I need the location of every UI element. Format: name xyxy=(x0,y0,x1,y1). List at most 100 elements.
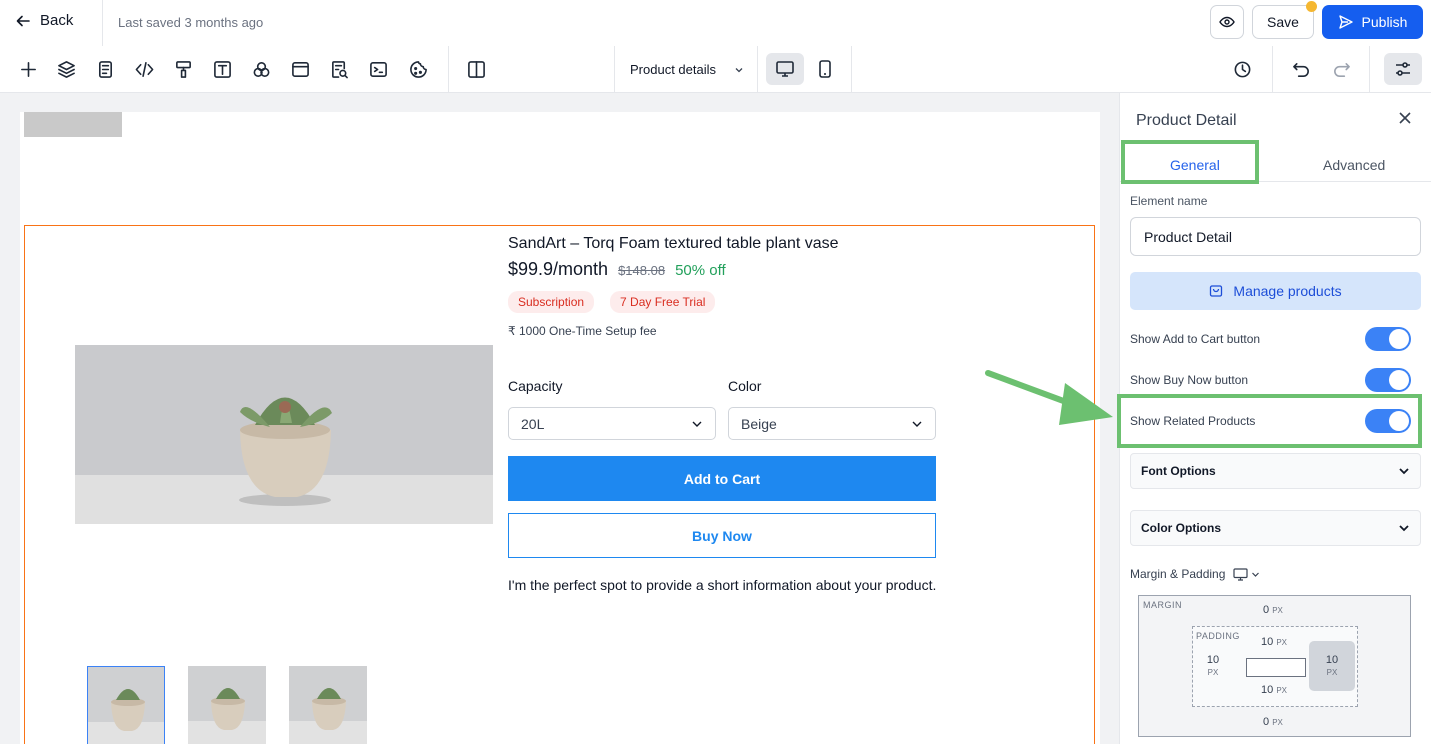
add-to-cart-toggle[interactable] xyxy=(1365,327,1411,351)
margin-padding-label: Margin & Padding xyxy=(1130,567,1226,581)
color-select[interactable]: Beige xyxy=(728,407,936,440)
divider xyxy=(757,46,758,92)
padding-box: PADDING 10 PX 10 PX 10 PX 10 PX xyxy=(1192,626,1358,707)
badge-group: Subscription 7 Day Free Trial xyxy=(508,291,716,313)
cookie-icon[interactable] xyxy=(407,58,429,80)
device-dropdown[interactable] xyxy=(1233,567,1260,581)
margin-bottom-value[interactable]: 0 PX xyxy=(1263,716,1283,728)
placeholder-block[interactable] xyxy=(24,112,122,137)
save-button[interactable]: Save xyxy=(1252,5,1314,39)
tab-general[interactable]: General xyxy=(1170,157,1220,173)
page-selector[interactable]: Product details xyxy=(630,62,744,77)
divider xyxy=(448,46,449,92)
close-icon[interactable] xyxy=(1397,110,1413,126)
font-options-accordion[interactable]: Font Options xyxy=(1130,453,1421,489)
settings-panel: Product Detail General Advanced Element … xyxy=(1119,93,1431,744)
color-options-accordion[interactable]: Color Options xyxy=(1130,510,1421,546)
margin-padding-header: Margin & Padding xyxy=(1130,567,1260,581)
free-trial-badge: 7 Day Free Trial xyxy=(610,291,716,313)
toolbar: Product details xyxy=(0,46,1431,93)
publish-label: Publish xyxy=(1361,14,1408,30)
margin-top-value[interactable]: 0 PX xyxy=(1263,604,1283,616)
padding-left-value[interactable]: 10 PX xyxy=(1199,654,1227,678)
content-box xyxy=(1246,658,1306,677)
product-thumbnail[interactable] xyxy=(188,666,266,744)
publish-button[interactable]: Publish xyxy=(1322,5,1423,39)
product-old-price: $148.08 xyxy=(618,263,666,278)
manage-products-button[interactable]: Manage products xyxy=(1130,272,1421,310)
history-icon[interactable] xyxy=(1231,58,1253,80)
redo-icon[interactable] xyxy=(1330,58,1352,80)
padding-label: PADDING xyxy=(1196,631,1240,641)
font-options-label: Font Options xyxy=(1141,464,1216,478)
undo-icon[interactable] xyxy=(1290,58,1312,80)
spacing-editor: MARGIN 0 PX 0 PX PADDING 10 PX 10 PX 10 P… xyxy=(1138,595,1411,737)
color-options-label: Color Options xyxy=(1141,521,1221,535)
product-title: SandArt – Torq Foam textured table plant… xyxy=(508,235,839,252)
plant-vase-image xyxy=(75,345,493,524)
divider xyxy=(614,46,615,92)
mobile-icon xyxy=(819,60,831,78)
buy-now-button[interactable]: Buy Now xyxy=(508,513,936,558)
paint-roller-icon[interactable] xyxy=(172,58,194,80)
buy-now-toggle-row: Show Buy Now button xyxy=(1130,368,1411,392)
text-icon[interactable] xyxy=(211,58,233,80)
product-description: I'm the perfect spot to provide a short … xyxy=(508,577,937,593)
thumbnail-image xyxy=(289,666,367,744)
split-view-icon[interactable] xyxy=(465,58,487,80)
panel-tabs: General Advanced xyxy=(1120,148,1431,182)
add-to-cart-button[interactable]: Add to Cart xyxy=(508,456,936,501)
page-selector-label: Product details xyxy=(630,62,716,77)
back-button[interactable]: Back xyxy=(16,12,73,29)
manage-products-label: Manage products xyxy=(1233,283,1342,299)
desktop-view-button[interactable] xyxy=(766,53,804,85)
setup-fee-text: ₹ 1000 One-Time Setup fee xyxy=(508,324,657,338)
section-icon[interactable] xyxy=(289,58,311,80)
tab-advanced[interactable]: Advanced xyxy=(1323,157,1385,173)
chevron-down-icon xyxy=(735,67,743,72)
pages-icon[interactable] xyxy=(94,58,116,80)
divider xyxy=(1369,46,1370,92)
chevron-down-icon xyxy=(1399,468,1409,475)
toggle-label: Show Add to Cart button xyxy=(1130,332,1261,346)
element-name-input[interactable]: Product Detail xyxy=(1130,217,1421,256)
padding-right-value[interactable]: 10 PX xyxy=(1318,654,1346,678)
send-icon xyxy=(1338,15,1353,29)
color-label: Color xyxy=(728,378,762,394)
buy-now-toggle[interactable] xyxy=(1365,368,1411,392)
sliders-icon xyxy=(1396,62,1410,76)
product-main-image[interactable] xyxy=(75,345,493,524)
related-products-toggle-row: Show Related Products xyxy=(1130,409,1411,433)
unsaved-indicator xyxy=(1306,1,1317,12)
active-tab-indicator xyxy=(1130,180,1258,182)
editor-canvas: SandArt – Torq Foam textured table plant… xyxy=(0,93,1119,744)
related-products-toggle[interactable] xyxy=(1365,409,1411,433)
settings-panel-toggle[interactable] xyxy=(1384,53,1422,85)
chevron-down-icon xyxy=(912,421,922,427)
product-detail-element[interactable]: SandArt – Torq Foam textured table plant… xyxy=(24,225,1095,744)
back-label: Back xyxy=(40,12,74,29)
preview-button[interactable] xyxy=(1210,5,1244,39)
code-icon[interactable] xyxy=(133,58,155,80)
toggle-label: Show Related Products xyxy=(1130,414,1256,428)
seo-search-icon[interactable] xyxy=(328,58,350,80)
thumbnail-image xyxy=(88,667,164,744)
mobile-view-button[interactable] xyxy=(812,53,838,85)
terminal-icon[interactable] xyxy=(367,58,389,80)
desktop-icon xyxy=(1233,567,1248,581)
desktop-icon xyxy=(776,61,794,77)
shopping-bag-icon xyxy=(1210,285,1223,297)
element-name-label: Element name xyxy=(1130,194,1208,208)
capacity-select[interactable]: 20L xyxy=(508,407,716,440)
elements-icon[interactable] xyxy=(250,58,272,80)
padding-bottom-value[interactable]: 10 PX xyxy=(1261,684,1287,696)
eye-icon xyxy=(1219,16,1235,28)
layers-icon[interactable] xyxy=(55,58,77,80)
add-to-cart-toggle-row: Show Add to Cart button xyxy=(1130,327,1411,351)
add-icon[interactable] xyxy=(17,58,39,80)
margin-label: MARGIN xyxy=(1143,600,1182,610)
chevron-down-icon xyxy=(1252,572,1260,577)
product-thumbnail[interactable] xyxy=(87,666,165,744)
product-thumbnail[interactable] xyxy=(289,666,367,744)
padding-top-value[interactable]: 10 PX xyxy=(1261,636,1287,648)
